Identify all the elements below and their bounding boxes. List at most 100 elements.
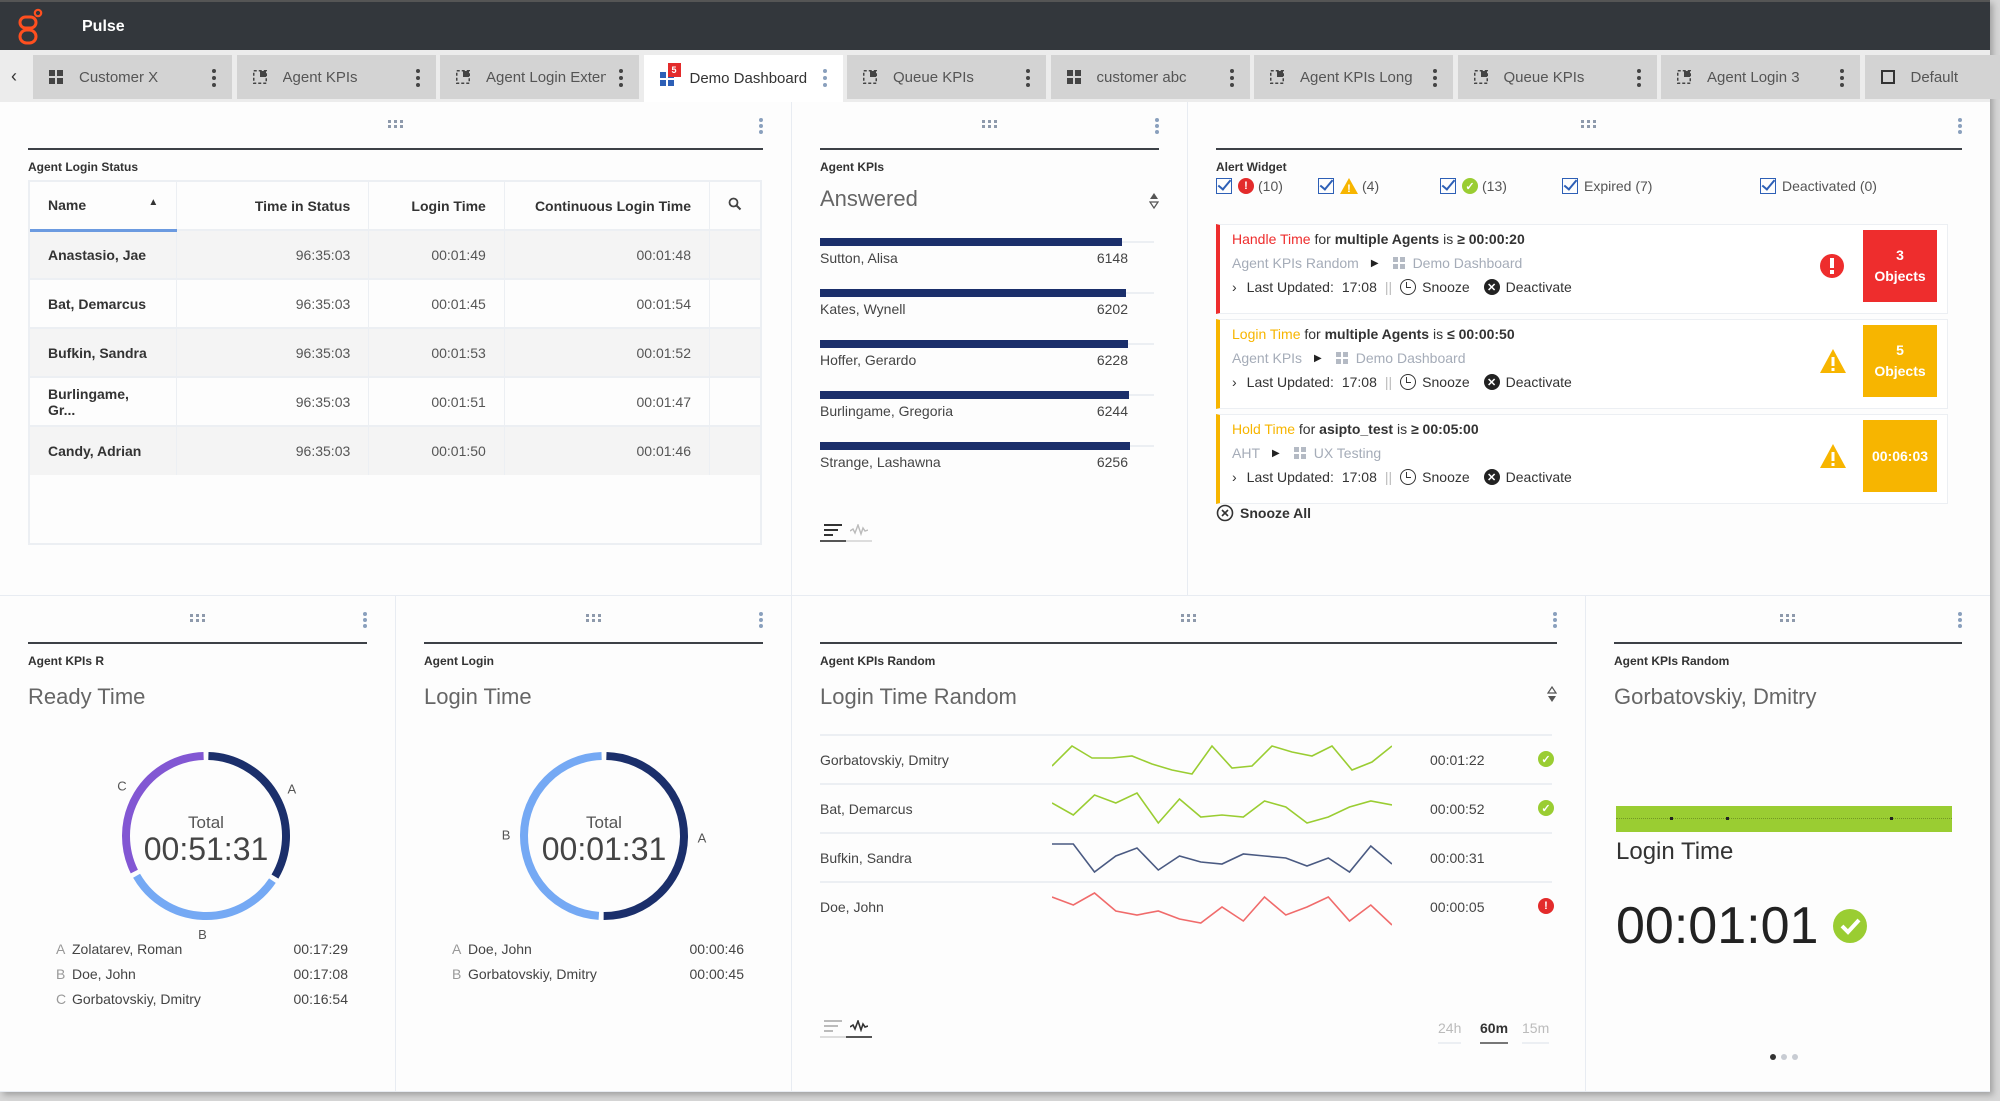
table-row[interactable]: Bat, Demarcus 96:35:03 00:01:45 00:01:54 — [30, 278, 760, 328]
list-view-button[interactable] — [820, 1016, 846, 1038]
column-header-continuous-login-time[interactable]: Continuous Login Time — [504, 182, 711, 230]
sparkline-row[interactable]: Gorbatovskiy, Dmitry 00:01:22 ✓ — [820, 734, 1554, 783]
pager-dot[interactable] — [1781, 1054, 1787, 1060]
bar-row[interactable]: Strange, Lashawna 6256 — [820, 442, 1154, 493]
deactivate-button[interactable]: ✕ Deactivate — [1470, 374, 1572, 390]
widget-menu-button[interactable] — [1553, 612, 1557, 628]
snooze-button[interactable]: Snooze — [1400, 469, 1470, 485]
checkbox-checked[interactable] — [1440, 178, 1456, 194]
drag-handle-icon[interactable] — [387, 120, 404, 128]
tab-menu-button[interactable] — [1636, 69, 1641, 87]
drag-handle-icon[interactable] — [1180, 614, 1197, 622]
tab-menu-button[interactable] — [619, 69, 623, 87]
deactivate-button[interactable]: ✕ Deactivate — [1470, 279, 1572, 295]
bar-row[interactable]: Kates, Wynell 6202 — [820, 289, 1154, 340]
tab-menu-button[interactable] — [1026, 69, 1030, 87]
table-row[interactable]: Bufkin, Sandra 96:35:03 00:01:53 00:01:52 — [30, 327, 760, 377]
tab-menu-button[interactable] — [212, 69, 216, 87]
tab-agent-login-exten[interactable]: Agent Login Exten — [440, 55, 639, 99]
drag-handle-icon[interactable] — [1780, 614, 1796, 622]
tabs-scroll-left-button[interactable]: ‹ — [0, 55, 28, 99]
sparkline-view-button[interactable] — [846, 1016, 872, 1038]
alert-dashboard-link[interactable]: Demo Dashboard — [1413, 255, 1523, 271]
bar-row[interactable]: Hoffer, Gerardo 6228 — [820, 340, 1154, 391]
sparkline-row[interactable]: Bufkin, Sandra 00:00:31 — [820, 832, 1552, 881]
tab-menu-button[interactable] — [1433, 69, 1437, 87]
snooze-all-button[interactable]: Snooze All — [1216, 504, 1311, 522]
alert-filter-expired[interactable]: Expired (7) — [1562, 178, 1652, 194]
tab-agent-login-3[interactable]: Agent Login 3 — [1661, 55, 1860, 99]
pager-dot[interactable] — [1770, 1054, 1776, 1060]
tab-queue-kpis[interactable]: Queue KPIs — [1457, 55, 1657, 99]
alert-filter-ok[interactable]: ✓ (13) — [1440, 178, 1507, 194]
checkbox-checked[interactable] — [1760, 178, 1776, 194]
legend-item[interactable]: B Gorbatovskiy, Dmitry 00:00:45 — [452, 961, 744, 986]
widget-menu-button[interactable] — [1958, 612, 1962, 628]
widget-menu-button[interactable] — [759, 118, 763, 134]
drag-handle-icon[interactable] — [585, 614, 602, 622]
alert-filter-warning[interactable]: ! (4) — [1318, 178, 1379, 194]
range-15m[interactable]: 15m — [1522, 1020, 1550, 1044]
widget-menu-button[interactable] — [363, 612, 367, 628]
bar-row[interactable]: Burlingame, Gregoria 6244 — [820, 391, 1154, 442]
sparkline-row[interactable]: Bat, Demarcus 00:00:52 ✓ — [820, 783, 1554, 832]
tab-agent-kpis-long[interactable]: Agent KPIs Long — [1254, 55, 1453, 99]
tab-menu-button[interactable] — [415, 69, 420, 87]
column-header-name[interactable]: Name ▲ — [30, 182, 178, 232]
alert-card[interactable]: Login Time for multiple Agents is ≤ 00:0… — [1216, 319, 1948, 409]
alert-card[interactable]: Hold Time for asipto_test is ≥ 00:05:00 A… — [1216, 414, 1948, 504]
tab-agent-kpis[interactable]: Agent KPIs — [236, 55, 436, 99]
widget-menu-button[interactable] — [1155, 118, 1159, 134]
list-view-button[interactable] — [820, 520, 846, 542]
table-row[interactable]: Candy, Adrian 96:35:03 00:01:50 00:01:46 — [30, 425, 760, 475]
alert-widget-link[interactable]: AHT — [1232, 445, 1260, 461]
alert-dashboard-link[interactable]: UX Testing — [1314, 445, 1381, 461]
drag-handle-icon[interactable] — [981, 120, 998, 128]
sparkline-view-button[interactable] — [846, 520, 872, 542]
checkbox-checked[interactable] — [1562, 178, 1578, 194]
alert-objects-button[interactable]: 5 Objects — [1863, 325, 1937, 397]
alert-card[interactable]: Handle Time for multiple Agents is ≥ 00:… — [1216, 224, 1948, 314]
sort-icon[interactable] — [1149, 192, 1159, 210]
sort-icon[interactable] — [1547, 686, 1557, 704]
checkbox-checked[interactable] — [1318, 178, 1334, 194]
tab-menu-button[interactable] — [1229, 69, 1234, 87]
tab-customer-abc[interactable]: customer abc — [1050, 55, 1250, 99]
tab-menu-button[interactable] — [1840, 69, 1844, 87]
tab-queue-kpis[interactable]: Queue KPIs — [847, 55, 1046, 99]
table-search-button[interactable] — [710, 182, 761, 230]
snooze-button[interactable]: Snooze — [1400, 374, 1470, 390]
table-row[interactable]: Anastasio, Jae 96:35:03 00:01:49 00:01:48 — [30, 229, 760, 279]
checkbox-checked[interactable] — [1216, 178, 1232, 194]
sparkline-row[interactable]: Doe, John 00:00:05! — [820, 881, 1554, 930]
alert-filter-error[interactable]: ! (10) — [1216, 178, 1283, 194]
alert-filter-deactivated[interactable]: Deactivated (0) — [1760, 178, 1877, 194]
range-24h[interactable]: 24h — [1438, 1020, 1462, 1044]
expand-chevron-icon[interactable]: › — [1232, 374, 1237, 390]
bar-row[interactable]: Sutton, Alisa 6148 — [820, 238, 1154, 289]
expand-chevron-icon[interactable]: › — [1232, 279, 1237, 295]
tab-customer-x[interactable]: Customer X — [33, 55, 232, 99]
drag-handle-icon[interactable] — [1581, 120, 1597, 128]
donut-segment-b[interactable] — [133, 873, 276, 920]
legend-item[interactable]: A Zolatarev, Roman 00:17:29 — [56, 936, 348, 961]
alert-objects-button[interactable]: 3 Objects — [1863, 230, 1937, 302]
range-60m[interactable]: 60m — [1480, 1020, 1509, 1044]
expand-chevron-icon[interactable]: › — [1232, 469, 1237, 485]
alert-widget-link[interactable]: Agent KPIs Random — [1232, 255, 1359, 271]
tab-demo-dashboard[interactable]: 5 Demo Dashboard — [643, 55, 843, 102]
tab-default[interactable]: Default — [1864, 55, 2000, 99]
legend-item[interactable]: C Gorbatovskiy, Dmitry 00:16:54 — [56, 986, 348, 1011]
tab-menu-button[interactable] — [822, 69, 827, 87]
deactivate-button[interactable]: ✕ Deactivate — [1470, 469, 1572, 485]
alert-widget-link[interactable]: Agent KPIs — [1232, 350, 1302, 366]
legend-item[interactable]: A Doe, John 00:00:46 — [452, 936, 744, 961]
table-row[interactable]: Burlingame, Gr... 96:35:03 00:01:51 00:01:4… — [30, 376, 760, 426]
widget-menu-button[interactable] — [1958, 118, 1962, 134]
drag-handle-icon[interactable] — [189, 614, 206, 622]
legend-item[interactable]: B Doe, John 00:17:08 — [56, 961, 348, 986]
widget-menu-button[interactable] — [759, 612, 763, 628]
alert-objects-button[interactable]: 00:06:03 — [1863, 420, 1937, 492]
column-header-time-in-status[interactable]: Time in Status — [176, 182, 370, 230]
pager-dot[interactable] — [1792, 1054, 1798, 1060]
